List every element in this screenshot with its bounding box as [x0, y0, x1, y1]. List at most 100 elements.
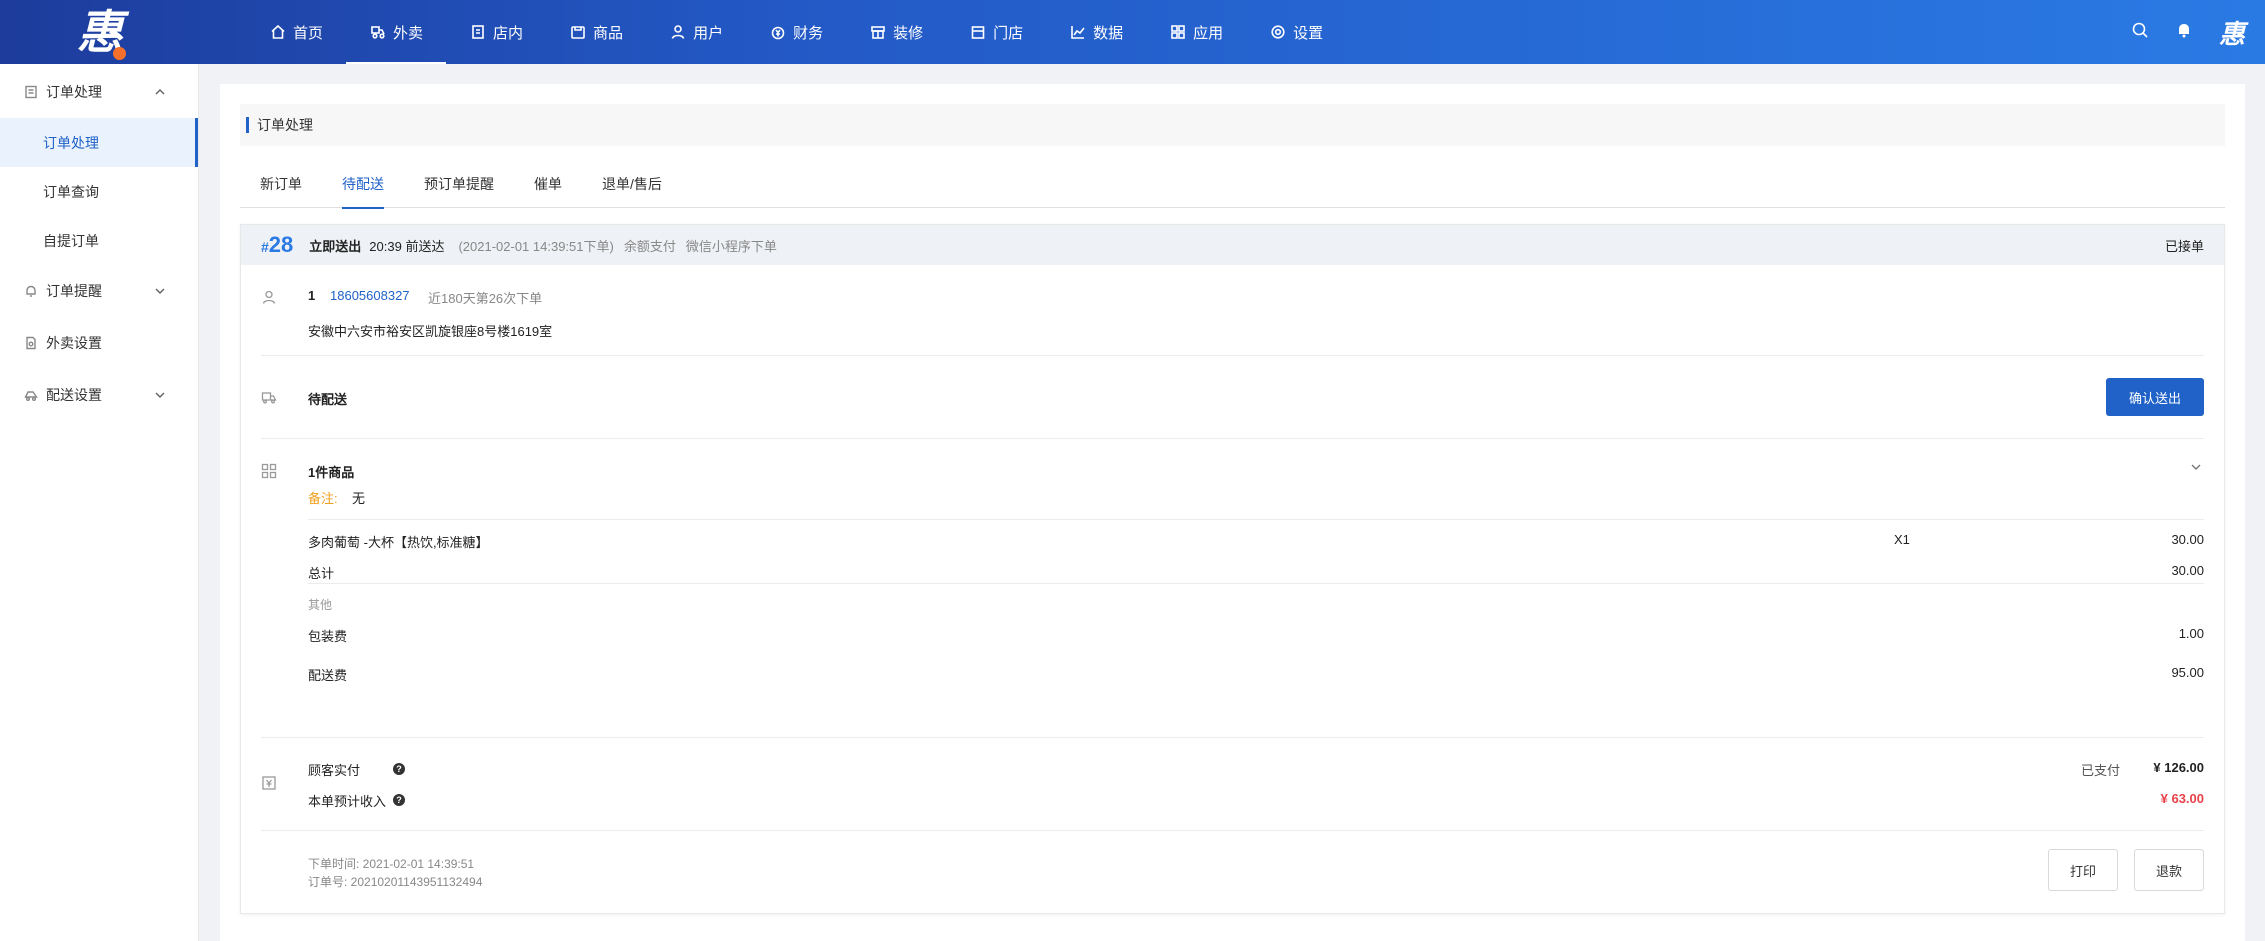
- tab-refund-aftersale[interactable]: 退单/售后: [582, 168, 682, 208]
- order-number-value: 28: [268, 232, 294, 257]
- user-outline-icon: [261, 289, 279, 307]
- subtotal-value: 30.00: [2171, 563, 2204, 578]
- nav-item-decorate[interactable]: 装修: [846, 0, 946, 64]
- document-icon: [24, 85, 38, 99]
- divider: [261, 438, 2204, 439]
- delivery-status: 待配送: [308, 392, 348, 407]
- nav-label: 装修: [893, 24, 924, 42]
- nav-item-stores[interactable]: 门店: [946, 0, 1046, 64]
- order-time: 下单时间: 2021-02-01 14:39:51: [308, 857, 475, 871]
- store-in-icon: [469, 24, 486, 41]
- order-hash: #: [261, 239, 269, 255]
- main-nav: 首页 外卖 店内 商品 用户 财务 装修 门店 数据 应用 设置: [246, 0, 1346, 64]
- nav-item-in-store[interactable]: 店内: [446, 0, 546, 64]
- file-settings-icon: [24, 336, 38, 350]
- delivery-icon: [24, 388, 38, 402]
- title-accent-bar: [246, 117, 249, 133]
- paid-status: 已支付: [2080, 763, 2120, 778]
- nav-label: 财务: [793, 24, 824, 42]
- income-amount: ¥ 63.00: [2160, 791, 2204, 806]
- order-tabs: 新订单 待配送 预订单提醒 催单 退单/售后: [240, 168, 2225, 209]
- bell-icon[interactable]: [2175, 21, 2193, 44]
- top-right-actions: 惠: [2131, 14, 2265, 51]
- packing-fee-value: 1.00: [2178, 626, 2204, 641]
- sidebar-group-delivery-settings[interactable]: 配送设置: [0, 369, 198, 421]
- paid-label: 顾客实付: [308, 763, 361, 778]
- home-icon: [269, 24, 286, 41]
- sidebar-group-takeout-settings[interactable]: 外卖设置: [0, 317, 198, 369]
- tab-pending-delivery[interactable]: 待配送: [322, 168, 404, 209]
- nav-item-settings[interactable]: 设置: [1246, 0, 1346, 64]
- nav-item-users[interactable]: 用户: [646, 0, 746, 64]
- chart-icon: [1069, 24, 1086, 41]
- nav-item-finance[interactable]: 财务: [746, 0, 846, 64]
- sidebar-group-order-processing[interactable]: 订单处理: [0, 66, 198, 118]
- nav-item-home[interactable]: 首页: [246, 0, 346, 64]
- sidebar-item-label: 自提订单: [43, 232, 99, 249]
- apps-icon: [1169, 24, 1186, 41]
- logo-dot: [113, 47, 126, 60]
- tab-preorder-reminder[interactable]: 预订单提醒: [404, 168, 514, 208]
- payment-method: 余额支付: [623, 238, 676, 254]
- nav-label: 用户: [693, 24, 724, 42]
- confirm-send-button[interactable]: 确认送出: [2106, 378, 2204, 416]
- sidebar-item-order-processing[interactable]: 订单处理: [0, 118, 198, 167]
- divider: [261, 737, 2204, 738]
- divider: [261, 830, 2204, 831]
- subtotal-label: 总计: [308, 566, 335, 581]
- chevron-down-icon: [154, 284, 166, 296]
- top-navigation-bar: 惠 首页 外卖 店内 商品 用户 财务 装修 门店 数据 应用 设置 惠: [0, 0, 2265, 64]
- nav-label: 首页: [293, 24, 324, 42]
- sidebar-group-label: 订单提醒: [46, 283, 102, 299]
- sidebar-item-order-query[interactable]: 订单查询: [0, 167, 198, 216]
- item-name: 多肉葡萄 -大杯【热饮,标准糖】: [308, 535, 489, 550]
- settings-icon: [1269, 24, 1286, 41]
- print-button[interactable]: 打印: [2048, 849, 2118, 891]
- nav-item-takeout[interactable]: 外卖: [346, 0, 447, 64]
- brand-logo[interactable]: 惠: [0, 0, 198, 64]
- delivery-truck-icon: [261, 389, 279, 407]
- sidebar-item-label: 订单查询: [43, 183, 99, 200]
- delivery-address: 安徽中六安市裕安区凯旋银座8号楼1619室: [308, 324, 553, 339]
- avatar[interactable]: 惠: [2219, 14, 2245, 51]
- customer-name: 1: [308, 288, 316, 303]
- order-card: #28 立即送出 20:39 前送达 (2021-02-01 14:39:51下…: [240, 224, 2225, 914]
- nav-label: 数据: [1093, 24, 1124, 42]
- order-history: 近180天第26次下单: [428, 291, 543, 306]
- decorate-icon: [869, 24, 886, 41]
- chevron-down-icon[interactable]: [2190, 461, 2204, 475]
- refund-button[interactable]: 退款: [2134, 849, 2204, 891]
- send-type: 立即送出: [309, 238, 362, 254]
- nav-item-data[interactable]: 数据: [1046, 0, 1146, 64]
- nav-label: 店内: [493, 24, 524, 42]
- sidebar-group-label: 外卖设置: [46, 335, 102, 351]
- nav-label: 商品: [593, 24, 624, 42]
- nav-label: 应用: [1193, 24, 1224, 42]
- order-number-full: 订单号: 20210201143951132494: [308, 875, 483, 889]
- goods-count: 1件商品: [308, 465, 355, 480]
- help-icon[interactable]: ?: [393, 760, 405, 775]
- other-label: 其他: [308, 598, 333, 612]
- chevron-down-icon: [154, 388, 166, 400]
- nav-item-apps[interactable]: 应用: [1146, 0, 1246, 64]
- customer-phone[interactable]: 18605608327: [330, 288, 410, 303]
- shop-icon: [969, 24, 986, 41]
- divider: [308, 519, 2204, 520]
- item-quantity: X1: [1894, 532, 1910, 547]
- order-created-time: (2021-02-01 14:39:51下单): [458, 238, 614, 254]
- takeout-icon: [369, 24, 386, 41]
- chevron-up-icon: [154, 85, 166, 97]
- tab-new-orders[interactable]: 新订单: [240, 168, 322, 208]
- sidebar-item-pickup-orders[interactable]: 自提订单: [0, 216, 198, 265]
- page-title: 订单处理: [257, 117, 313, 133]
- tab-rush-orders[interactable]: 催单: [514, 168, 582, 208]
- delivery-fee-value: 95.00: [2171, 665, 2204, 680]
- search-icon[interactable]: [2131, 21, 2149, 44]
- sidebar-group-label: 订单处理: [46, 84, 102, 100]
- nav-label: 外卖: [393, 24, 424, 42]
- help-icon[interactable]: ?: [393, 791, 405, 806]
- sidebar-group-order-reminder[interactable]: 订单提醒: [0, 265, 198, 317]
- nav-item-products[interactable]: 商品: [546, 0, 646, 64]
- sidebar-group-label: 配送设置: [46, 387, 102, 403]
- bell-outline-icon: [24, 284, 38, 298]
